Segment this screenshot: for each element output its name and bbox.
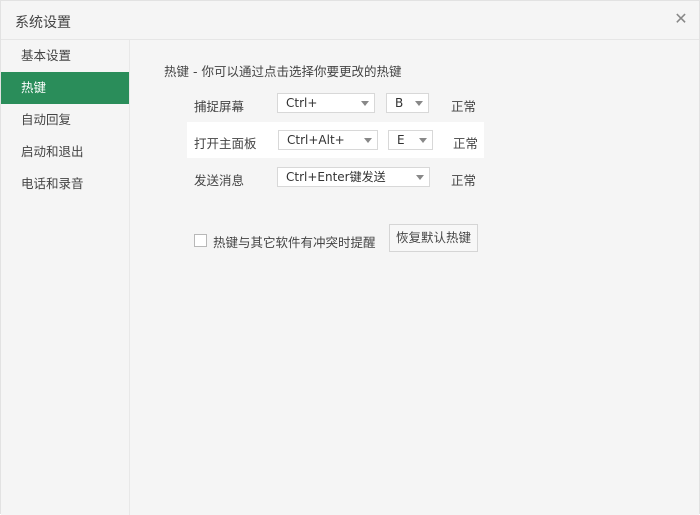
open-main-panel-status: 正常 xyxy=(453,136,479,151)
sidebar-item-startup-exit[interactable]: 启动和退出 xyxy=(1,136,129,168)
chevron-down-icon xyxy=(364,138,372,143)
sidebar-item-basic-settings[interactable]: 基本设置 xyxy=(1,40,129,72)
window-title: 系统设置 xyxy=(15,15,71,31)
send-message-value: Ctrl+Enter键发送 xyxy=(286,170,386,184)
capture-screen-key-value: B xyxy=(395,96,404,110)
hotkey-settings-panel: 热键 - 你可以通过点击选择你要更改的热键 捕捉屏幕 Ctrl+ B 正常 打开… xyxy=(130,40,699,515)
sidebar-item-auto-reply[interactable]: 自动回复 xyxy=(1,104,129,136)
capture-screen-status: 正常 xyxy=(451,99,477,114)
open-main-panel-key-value: E xyxy=(397,133,405,147)
sidebar: 基本设置 热键 自动回复 启动和退出 电话和录音 xyxy=(1,40,130,515)
capture-screen-key-select[interactable]: B xyxy=(386,93,429,113)
close-icon[interactable]: ✕ xyxy=(673,11,689,27)
hotkey-label-open-main-panel: 打开主面板 xyxy=(194,136,257,151)
hotkey-row-send-message: 发送消息 Ctrl+Enter键发送 正常 xyxy=(164,167,644,189)
title-bar[interactable]: 系统设置 ✕ xyxy=(1,1,699,40)
conflict-reminder-label[interactable]: 热键与其它软件有冲突时提醒 xyxy=(213,232,376,251)
open-main-panel-key-select[interactable]: E xyxy=(388,130,433,150)
chevron-down-icon xyxy=(416,175,424,180)
sidebar-item-phone-recording[interactable]: 电话和录音 xyxy=(1,168,129,200)
restore-default-hotkeys-button[interactable]: 恢复默认热键 xyxy=(389,224,478,252)
send-message-select[interactable]: Ctrl+Enter键发送 xyxy=(277,167,430,187)
chevron-down-icon xyxy=(415,101,423,106)
hotkey-label-send-message: 发送消息 xyxy=(194,173,245,188)
hotkey-label-capture-screen: 捕捉屏幕 xyxy=(194,99,245,114)
open-main-panel-modifier-value: Ctrl+Alt+ xyxy=(287,133,345,147)
capture-screen-modifier-value: Ctrl+ xyxy=(286,96,318,110)
hotkey-section-header: 热键 - 你可以通过点击选择你要更改的热键 xyxy=(164,64,402,79)
hotkey-row-capture-screen: 捕捉屏幕 Ctrl+ B 正常 xyxy=(164,93,644,115)
send-message-status: 正常 xyxy=(451,173,477,188)
sidebar-item-hotkeys[interactable]: 热键 xyxy=(1,72,129,104)
hotkey-row-open-main-panel: 打开主面板 Ctrl+Alt+ E 正常 xyxy=(164,130,644,152)
conflict-reminder-checkbox[interactable] xyxy=(194,234,207,247)
conflict-reminder-option[interactable]: 热键与其它软件有冲突时提醒 xyxy=(194,232,394,250)
chevron-down-icon xyxy=(419,138,427,143)
capture-screen-modifier-select[interactable]: Ctrl+ xyxy=(277,93,375,113)
open-main-panel-modifier-select[interactable]: Ctrl+Alt+ xyxy=(278,130,378,150)
chevron-down-icon xyxy=(361,101,369,106)
settings-window: 系统设置 ✕ 基本设置 热键 自动回复 启动和退出 电话和录音 热键 - 你可以… xyxy=(0,0,700,515)
